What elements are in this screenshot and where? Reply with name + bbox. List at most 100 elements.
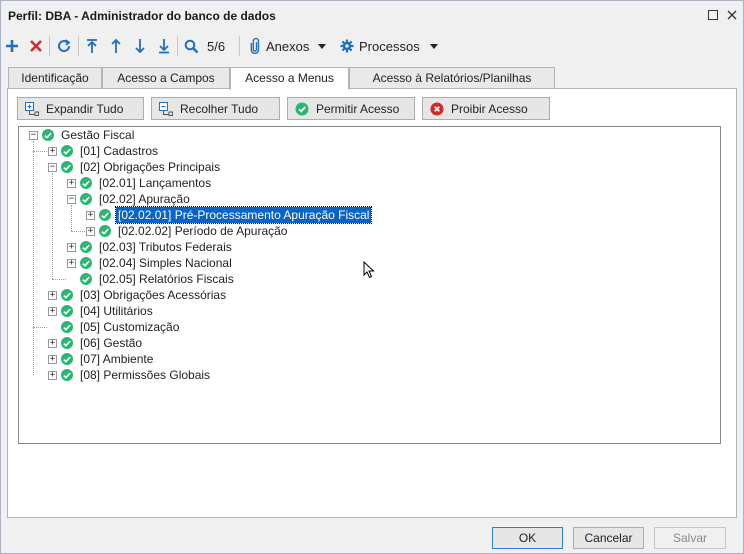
tree-node-label[interactable]: [01] Cadastros xyxy=(78,143,160,159)
expand-toggle[interactable]: + xyxy=(48,355,57,364)
tree-connector xyxy=(71,231,85,232)
expand-toggle[interactable]: + xyxy=(48,291,57,300)
title-bar: Perfil: DBA - Administrador do banco de … xyxy=(1,1,743,31)
caret-down-icon xyxy=(429,43,438,49)
tree-node-label[interactable]: [02.02.02] Período de Apuração xyxy=(116,223,289,239)
granted-check-icon xyxy=(80,257,92,269)
tree-node-label[interactable]: [08] Permissões Globais xyxy=(78,367,212,383)
granted-check-icon xyxy=(61,337,73,349)
expand-toggle[interactable]: + xyxy=(48,147,57,156)
caret-down-icon xyxy=(318,43,327,49)
tree-node-label[interactable]: [05] Customização xyxy=(78,319,181,335)
delete-button[interactable] xyxy=(29,36,43,56)
granted-check-icon xyxy=(80,241,92,253)
add-button[interactable] xyxy=(5,36,19,56)
maximize-icon xyxy=(708,10,718,20)
granted-check-icon xyxy=(80,177,92,189)
granted-check-icon xyxy=(61,161,73,173)
window-title: Perfil: DBA - Administrador do banco de … xyxy=(8,9,276,23)
granted-check-icon xyxy=(99,209,111,221)
previous-record-button[interactable] xyxy=(109,36,123,56)
toolbar-separator xyxy=(177,36,178,56)
refresh-icon xyxy=(58,39,71,53)
plus-icon xyxy=(6,40,18,52)
tab-acesso-campos[interactable]: Acesso a Campos xyxy=(102,67,230,89)
refresh-button[interactable] xyxy=(56,36,72,56)
search-button[interactable] xyxy=(184,36,199,56)
collapse-icon xyxy=(159,101,173,116)
tree-connector xyxy=(33,141,34,375)
tree-node-label[interactable]: [07] Ambiente xyxy=(78,351,155,367)
menus-panel: Expandir Tudo Recolher Tudo Permitir Ace… xyxy=(7,88,737,518)
first-record-button[interactable] xyxy=(85,36,99,56)
tree-node-label[interactable]: [02.03] Tributos Federais xyxy=(97,239,234,255)
tree-node-label[interactable]: [02.02.01] Pré-Processamento Apuração Fi… xyxy=(114,206,373,224)
tree-node-label[interactable]: [02.05] Relatórios Fiscais xyxy=(97,271,236,287)
collapse-toggle[interactable]: − xyxy=(29,131,38,140)
granted-check-icon xyxy=(61,289,73,301)
collapse-toggle[interactable]: − xyxy=(48,163,57,172)
allow-access-label: Permitir Acesso xyxy=(316,101,400,116)
collapse-all-button[interactable]: Recolher Tudo xyxy=(151,97,280,120)
expand-toggle[interactable]: + xyxy=(67,179,76,188)
check-icon xyxy=(295,102,309,116)
granted-check-icon xyxy=(80,273,92,285)
paperclip-icon xyxy=(250,38,260,54)
close-button[interactable] xyxy=(725,9,739,23)
last-record-button[interactable] xyxy=(157,36,171,56)
tab-strip: Identificação Acesso a Campos Acesso a M… xyxy=(1,67,743,90)
tree-node-label[interactable]: [06] Gestão xyxy=(78,335,144,351)
collapse-all-label: Recolher Tudo xyxy=(180,101,259,116)
expand-all-button[interactable]: Expandir Tudo xyxy=(17,97,144,120)
tab-acesso-relatorios[interactable]: Acesso à Relatórios/Planilhas xyxy=(349,67,555,89)
deny-access-button[interactable]: Proibir Acesso xyxy=(422,97,550,120)
expand-toggle[interactable]: + xyxy=(48,307,57,316)
granted-check-icon xyxy=(61,321,73,333)
allow-access-button[interactable]: Permitir Acesso xyxy=(287,97,415,120)
toolbar: 5/6 Anexos Processos xyxy=(1,32,743,60)
arrow-down-icon xyxy=(135,39,145,54)
anexos-label: Anexos xyxy=(266,38,310,54)
tree-node-label[interactable]: [02] Obrigações Principais xyxy=(78,159,222,175)
record-counter-text: 5/6 xyxy=(207,38,226,54)
tab-identificacao[interactable]: Identificação xyxy=(8,67,102,89)
tree-connector xyxy=(52,173,53,279)
tree-connector xyxy=(52,279,66,280)
processos-menu-button[interactable]: Processos xyxy=(340,36,438,56)
tree-connector xyxy=(71,205,72,231)
collapse-toggle[interactable]: − xyxy=(67,195,76,204)
deny-access-label: Proibir Acesso xyxy=(451,101,528,116)
menu-tree[interactable]: − Gestão Fiscal + [01] Cadastros − [02] … xyxy=(18,126,721,444)
tree-node-label[interactable]: [04] Utilitários xyxy=(78,303,155,319)
cancel-button[interactable]: Cancelar xyxy=(573,527,644,549)
next-record-button[interactable] xyxy=(133,36,147,56)
granted-check-icon xyxy=(80,193,92,205)
expand-toggle[interactable]: + xyxy=(86,227,95,236)
toolbar-separator xyxy=(78,36,79,56)
expand-toggle[interactable]: + xyxy=(86,211,95,220)
deny-icon xyxy=(430,102,444,116)
expand-toggle[interactable]: + xyxy=(67,243,76,252)
granted-check-icon xyxy=(99,225,111,237)
expand-toggle[interactable]: + xyxy=(67,259,76,268)
tab-acesso-menus[interactable]: Acesso a Menus xyxy=(230,67,349,90)
expand-toggle[interactable]: + xyxy=(48,371,57,380)
tree-node-label[interactable]: Gestão Fiscal xyxy=(59,127,136,143)
expand-all-label: Expandir Tudo xyxy=(46,101,124,116)
granted-check-icon xyxy=(61,145,73,157)
search-icon xyxy=(184,39,199,53)
expand-toggle[interactable]: + xyxy=(48,339,57,348)
tree-node-label[interactable]: [02.04] Simples Nacional xyxy=(97,255,234,271)
granted-check-icon xyxy=(61,353,73,365)
ok-button[interactable]: OK xyxy=(492,527,563,549)
tree-node-label[interactable]: [02.02] Apuração xyxy=(97,191,192,207)
tree-node-label[interactable]: [03] Obrigações Acessórias xyxy=(78,287,228,303)
save-button[interactable]: Salvar xyxy=(654,527,726,549)
tree-connector xyxy=(33,151,47,152)
record-counter: 5/6 xyxy=(207,36,225,56)
gear-icon xyxy=(340,39,354,53)
maximize-button[interactable] xyxy=(706,9,720,23)
anexos-menu-button[interactable]: Anexos xyxy=(250,36,327,56)
tree-node-label[interactable]: [02.01] Lançamentos xyxy=(97,175,213,191)
processos-label: Processos xyxy=(359,38,420,54)
